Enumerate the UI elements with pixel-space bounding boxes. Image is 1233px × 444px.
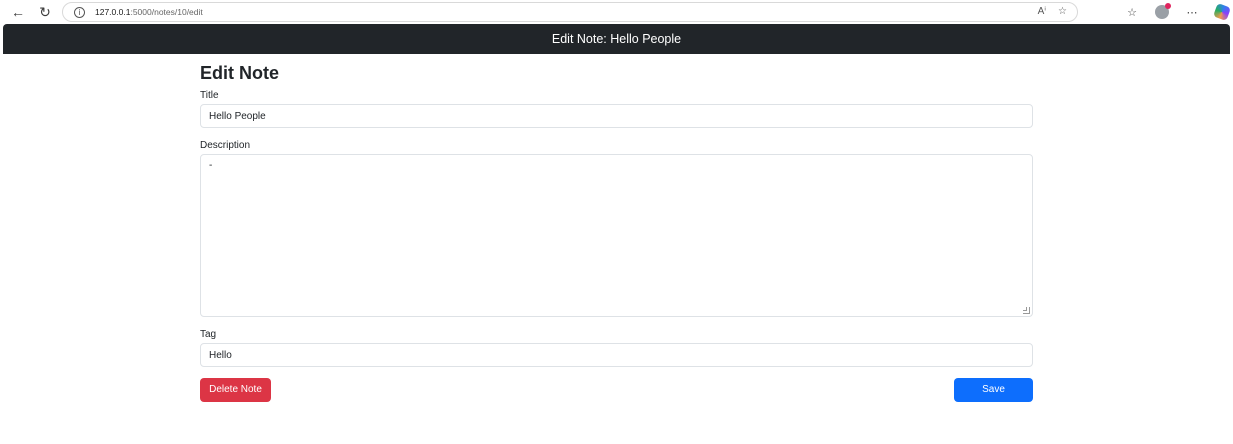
- copilot-icon[interactable]: [1213, 3, 1231, 21]
- description-text: -: [209, 160, 213, 171]
- tag-label: Tag: [200, 329, 217, 340]
- description-textarea[interactable]: -: [200, 154, 1033, 317]
- avatar: [1155, 3, 1171, 19]
- info-icon[interactable]: i: [74, 6, 85, 18]
- profile-avatar[interactable]: [1154, 3, 1171, 20]
- read-aloud-icon[interactable]: Aⁱ: [1038, 6, 1046, 17]
- back-arrow-icon[interactable]: ←: [9, 3, 27, 21]
- tag-input[interactable]: [200, 343, 1033, 367]
- favorite-star-icon[interactable]: ☆: [1058, 6, 1067, 17]
- form-actions: Delete Note Save Changes: [200, 378, 1033, 419]
- delete-note-button[interactable]: Delete Note: [200, 378, 271, 402]
- title-label: Title: [200, 90, 219, 101]
- navbar-title: Edit Note: Hello People: [551, 32, 682, 46]
- page-title: Edit Note: [200, 63, 279, 83]
- more-menu-icon[interactable]: ⋯: [1184, 4, 1200, 20]
- url-text: 127.0.0.1:5000/notes/10/edit: [95, 7, 203, 17]
- page-content: Edit Note: Hello People Edit Note Title …: [3, 24, 1230, 444]
- refresh-icon[interactable]: ↻: [36, 3, 54, 21]
- save-changes-button[interactable]: Save Changes: [954, 378, 1033, 419]
- title-input[interactable]: [200, 104, 1033, 128]
- description-label: Description: [200, 140, 251, 151]
- navbar: Edit Note: Hello People: [3, 24, 1230, 54]
- resize-handle[interactable]: [1023, 307, 1030, 314]
- favorites-icon[interactable]: ☆: [1124, 4, 1140, 20]
- browser-toolbar: ← ↻ i 127.0.0.1:5000/notes/10/edit Aⁱ ☆ …: [0, 0, 1233, 24]
- address-bar[interactable]: i 127.0.0.1:5000/notes/10/edit Aⁱ ☆: [62, 2, 1078, 22]
- edit-note-form: Edit Note Title Description - Tag Delete…: [200, 62, 1033, 419]
